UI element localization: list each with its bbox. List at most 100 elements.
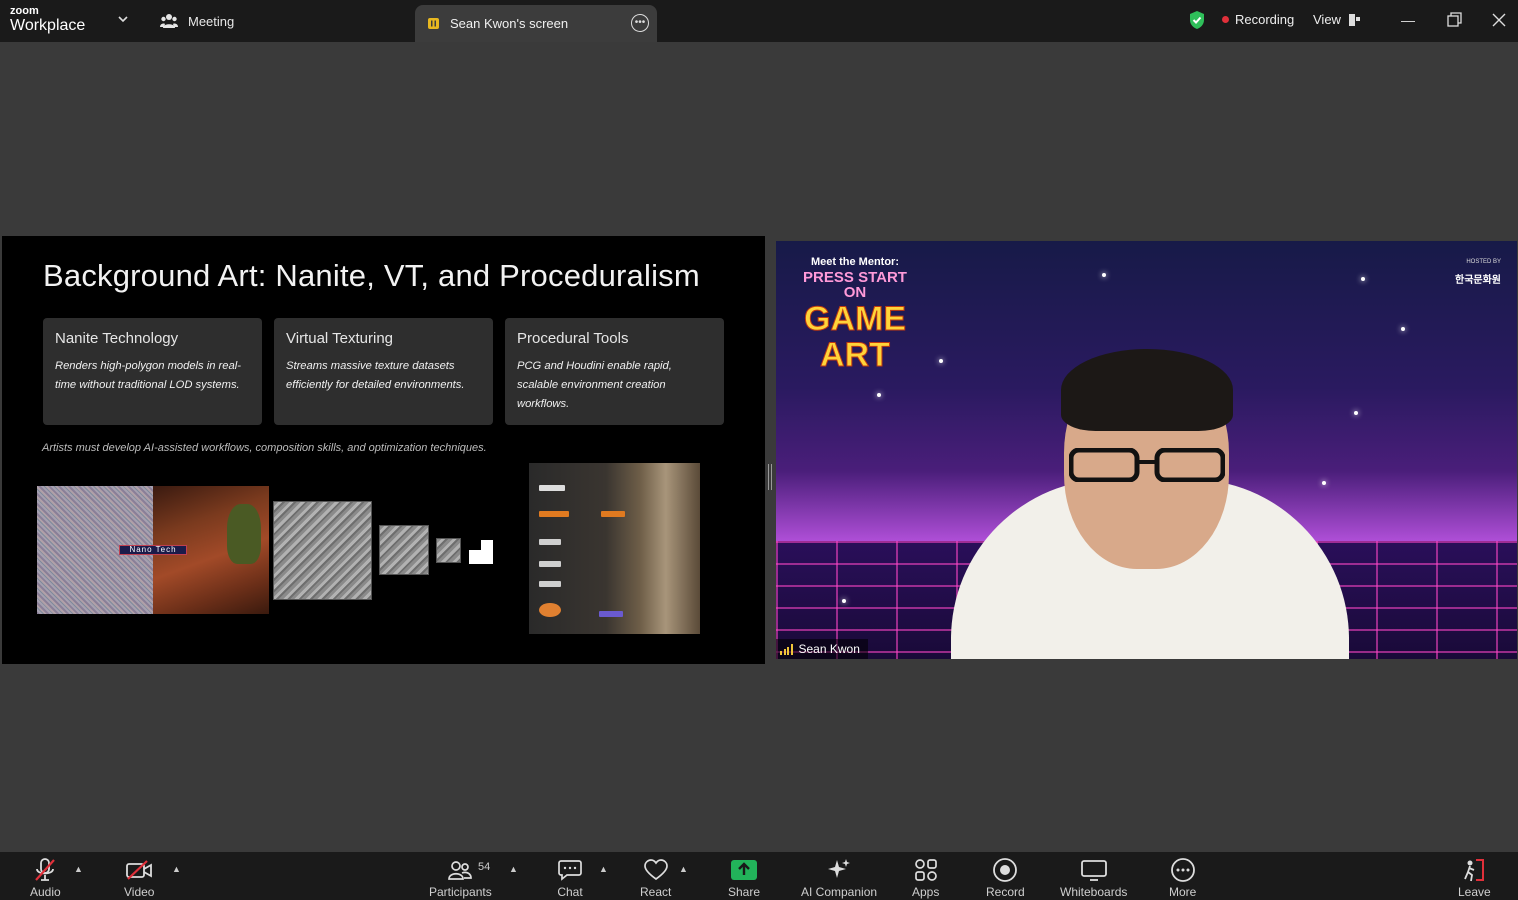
- hosted-by-label: HOSTED BY: [1466, 259, 1501, 265]
- card-body: Renders high-polygon models in real-time…: [55, 360, 241, 391]
- more-button[interactable]: More: [1169, 856, 1196, 899]
- react-label: React: [640, 885, 672, 899]
- participant-video-sean-kwon[interactable]: Meet the Mentor: PRESS START ON GAME ART…: [776, 241, 1517, 659]
- leave-button[interactable]: Leave: [1458, 856, 1491, 899]
- encryption-shield-icon[interactable]: [1188, 10, 1206, 30]
- graph-node: [601, 511, 625, 517]
- poster-line-1: Meet the Mentor:: [811, 256, 899, 268]
- audio-button[interactable]: Audio: [30, 856, 61, 899]
- graph-node: [539, 603, 561, 617]
- graph-node: [539, 581, 561, 587]
- recording-label: Recording: [1235, 12, 1295, 27]
- host-organization: HOSTED BY 한국문화원: [1455, 259, 1501, 286]
- slide-title: Background Art: Nanite, VT, and Procedur…: [43, 258, 700, 293]
- leave-label: Leave: [1458, 885, 1491, 899]
- chat-button[interactable]: Chat: [557, 856, 583, 899]
- star-shape: [1401, 327, 1405, 331]
- ai-companion-button[interactable]: AI Companion: [801, 856, 877, 899]
- host-org-name: 한국문화원: [1455, 275, 1501, 286]
- apps-label: Apps: [912, 885, 940, 899]
- participants-options-caret-icon[interactable]: ▲: [509, 864, 518, 874]
- whiteboard-icon: [1080, 860, 1107, 881]
- participants-label: Participants: [429, 885, 492, 899]
- video-camera-off-icon: [126, 860, 153, 880]
- mip-level-image: [469, 540, 493, 564]
- card-title: Nanite Technology: [55, 330, 179, 347]
- graph-node: [539, 539, 561, 545]
- poster-line-3: GAME: [804, 300, 907, 338]
- title-bar: zoom Workplace Meeting Sean Kwon's scree…: [0, 0, 1518, 42]
- react-button[interactable]: React: [640, 856, 671, 899]
- participant-name-badge: Sean Kwon: [776, 639, 868, 659]
- split-view-drag-handle[interactable]: [768, 464, 772, 490]
- card-virtual-texturing: Virtual Texturing Streams massive textur…: [274, 318, 493, 425]
- slide-tagline: Artists must develop AI-assisted workflo…: [42, 442, 487, 454]
- glasses-shape: [1069, 448, 1225, 482]
- people-icon: [160, 14, 178, 28]
- video-options-caret-icon[interactable]: ▲: [172, 864, 181, 874]
- sparkle-icon: [828, 859, 851, 878]
- star-shape: [1361, 277, 1365, 281]
- houdini-node-graph-image: [529, 463, 700, 634]
- star-shape: [877, 393, 881, 397]
- record-label: Record: [986, 885, 1025, 899]
- poster-line-4: ART: [820, 336, 891, 374]
- brand-large: Workplace: [10, 17, 86, 34]
- chat-options-caret-icon[interactable]: ▲: [599, 864, 608, 874]
- star-shape: [1354, 411, 1358, 415]
- record-button[interactable]: Record: [986, 856, 1025, 899]
- graph-node: [539, 511, 569, 517]
- meeting-tab[interactable]: Meeting: [160, 8, 234, 34]
- presenter-figure: [951, 349, 1349, 659]
- view-button[interactable]: View: [1313, 12, 1360, 27]
- share-button[interactable]: Share: [728, 856, 760, 899]
- close-icon[interactable]: [1489, 10, 1509, 30]
- screen-share-icon: [428, 18, 439, 29]
- chat-icon: [558, 860, 582, 881]
- view-label: View: [1313, 12, 1341, 27]
- restore-icon[interactable]: [1444, 10, 1464, 30]
- ai-companion-label: AI Companion: [801, 885, 878, 899]
- more-icon: [1170, 858, 1195, 882]
- minimize-icon[interactable]: —: [1398, 10, 1418, 30]
- video-label: Video: [124, 885, 155, 899]
- meeting-tab-label: Meeting: [188, 13, 235, 29]
- more-label: More: [1169, 885, 1197, 899]
- meeting-toolbar: Audio ▲ Video ▲ Participants 54 ▲ Chat ▲…: [0, 852, 1518, 900]
- connection-signal-icon: [780, 643, 793, 655]
- shared-screen-tab[interactable]: Sean Kwon's screen •••: [415, 5, 657, 42]
- audio-label: Audio: [30, 885, 61, 899]
- heart-icon: [643, 859, 668, 881]
- react-options-caret-icon[interactable]: ▲: [679, 864, 688, 874]
- recording-dot-icon: [1222, 16, 1229, 23]
- record-icon: [993, 858, 1018, 882]
- video-button[interactable]: Video: [124, 856, 154, 899]
- whiteboards-label: Whiteboards: [1060, 885, 1128, 899]
- whiteboards-button[interactable]: Whiteboards: [1060, 856, 1127, 899]
- apps-button[interactable]: Apps: [912, 856, 939, 899]
- poster-line-2: PRESS START ON: [803, 269, 907, 301]
- view-layout-icon: [1348, 13, 1360, 26]
- star-shape: [1102, 273, 1106, 277]
- zoom-workplace-logo[interactable]: zoom Workplace: [10, 6, 85, 34]
- chevron-down-icon[interactable]: [116, 12, 130, 26]
- event-poster-logo: Meet the Mentor: PRESS START ON GAME ART: [800, 256, 910, 374]
- audio-options-caret-icon[interactable]: ▲: [74, 864, 83, 874]
- card-nanite: Nanite Technology Renders high-polygon m…: [43, 318, 262, 425]
- card-procedural-tools: Procedural Tools PCG and Houdini enable …: [505, 318, 724, 425]
- plant-shape: [227, 504, 261, 564]
- star-shape: [939, 359, 943, 363]
- shared-screen-label: Sean Kwon's screen: [450, 16, 569, 31]
- tessellation-image-medium: [379, 525, 429, 575]
- share-label: Share: [728, 885, 761, 899]
- tessellation-image-large: [273, 501, 372, 600]
- recording-indicator[interactable]: Recording: [1222, 12, 1294, 27]
- graph-node: [539, 561, 561, 567]
- card-body: Streams massive texture datasets efficie…: [286, 360, 465, 391]
- graph-node: [539, 485, 565, 491]
- graph-node: [599, 611, 623, 617]
- microphone-muted-icon: [35, 858, 56, 881]
- more-options-icon[interactable]: •••: [631, 14, 649, 32]
- card-body: PCG and Houdini enable rapid, scalable e…: [517, 360, 672, 410]
- brand-small: zoom: [10, 5, 39, 17]
